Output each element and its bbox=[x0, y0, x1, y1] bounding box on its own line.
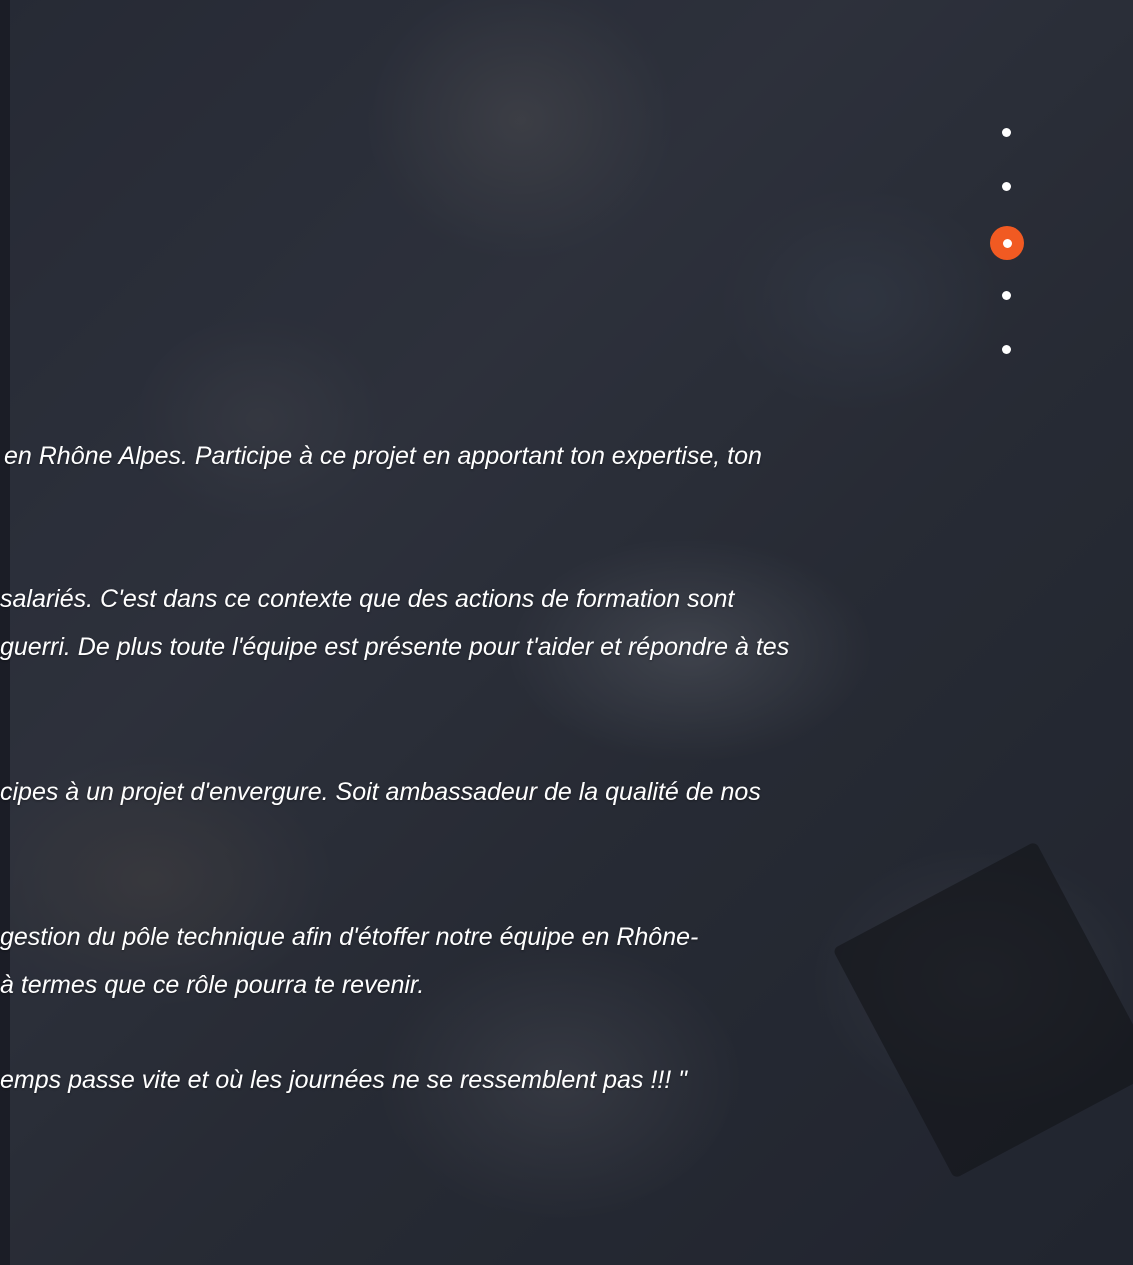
text-line-7: emps passe vite et où les journées ne se… bbox=[0, 1066, 688, 1094]
slider-dot-1[interactable] bbox=[1002, 128, 1011, 137]
text-line-4: cipes à un projet d'envergure. Soit amba… bbox=[0, 778, 761, 806]
text-line-5: gestion du pôle technique afin d'étoffer… bbox=[0, 923, 699, 951]
slider-dot-5[interactable] bbox=[1002, 345, 1011, 354]
slider-dot-4[interactable] bbox=[1002, 291, 1011, 300]
text-line-1: en Rhône Alpes. Participe à ce projet en… bbox=[4, 442, 762, 470]
slider-pagination bbox=[990, 110, 1026, 370]
text-line-2: salariés. C'est dans ce contexte que des… bbox=[0, 585, 735, 613]
slider-dot-2[interactable] bbox=[1002, 182, 1011, 191]
slider-dot-3-active[interactable] bbox=[990, 226, 1024, 260]
text-line-3: guerri. De plus toute l'équipe est prése… bbox=[0, 633, 790, 661]
text-line-6: à termes que ce rôle pourra te revenir. bbox=[0, 971, 425, 999]
hero-slide: en Rhône Alpes. Participe à ce projet en… bbox=[0, 0, 1133, 1265]
